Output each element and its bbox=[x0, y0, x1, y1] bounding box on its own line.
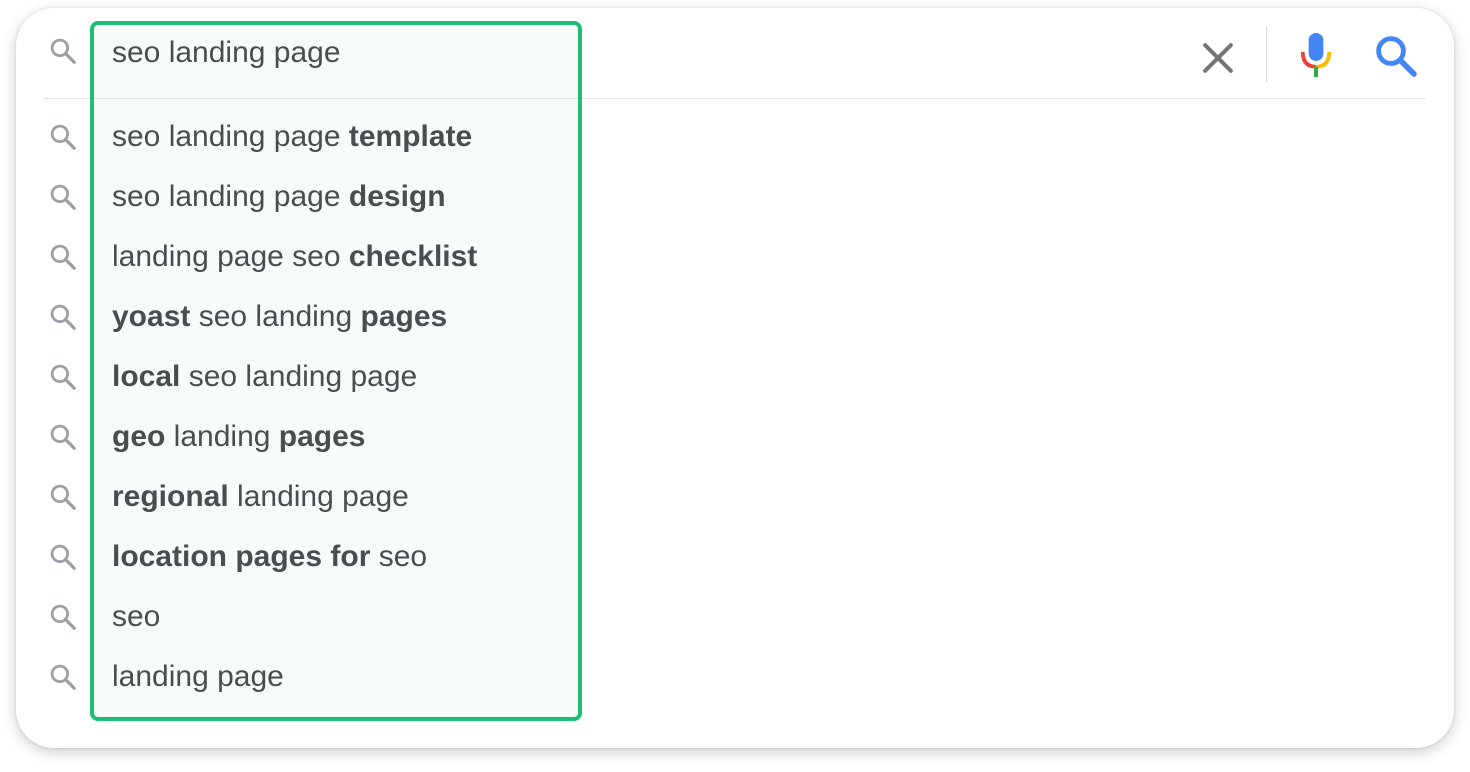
search-input[interactable]: seo landing page bbox=[112, 34, 341, 72]
suggestion-plain-part: seo landing page bbox=[180, 360, 418, 393]
suggestion-bold-part: yoast bbox=[112, 300, 191, 333]
suggestion-plain-part: seo bbox=[370, 540, 428, 573]
suggestion-bold-part: template bbox=[348, 120, 473, 153]
search-icon bbox=[50, 544, 76, 570]
suggestion-bold-part: design bbox=[348, 180, 446, 213]
search-bar: seo landing page bbox=[16, 8, 1454, 98]
search-icon bbox=[50, 424, 76, 450]
suggestion-bold-part: regional bbox=[112, 480, 229, 513]
suggestion-text: location pages for seo bbox=[112, 538, 427, 576]
suggestion-bold-part: checklist bbox=[348, 240, 478, 273]
suggestion-plain-part: seo landing page bbox=[112, 180, 349, 213]
suggestion-item[interactable]: regional landing page bbox=[16, 467, 1454, 527]
suggestion-item[interactable]: seo bbox=[16, 587, 1454, 647]
suggestion-item[interactable]: seo landing page design bbox=[16, 167, 1454, 227]
suggestion-item[interactable]: landing page bbox=[16, 647, 1454, 707]
suggestion-text: geo landing pages bbox=[112, 418, 366, 456]
microphone-icon[interactable] bbox=[1298, 30, 1334, 80]
search-icon bbox=[50, 184, 76, 210]
suggestion-plain-part: landing page bbox=[228, 480, 409, 513]
search-icon bbox=[50, 124, 76, 150]
suggestion-bold-part: pages bbox=[278, 420, 366, 453]
suggestion-text: local seo landing page bbox=[112, 358, 417, 396]
search-icon bbox=[50, 664, 76, 690]
suggestion-item[interactable]: seo landing page template bbox=[16, 107, 1454, 167]
suggestion-bold-part: location pages for bbox=[112, 540, 371, 573]
toolbar-divider bbox=[1266, 26, 1267, 82]
suggestion-item[interactable]: geo landing pages bbox=[16, 407, 1454, 467]
suggestion-item[interactable]: landing page seo checklist bbox=[16, 227, 1454, 287]
suggestion-text: seo landing page template bbox=[112, 118, 472, 156]
search-icon bbox=[50, 604, 76, 630]
search-icon bbox=[50, 304, 76, 330]
suggestion-plain-part: landing page seo bbox=[112, 240, 349, 273]
suggestion-bold-part: pages bbox=[360, 300, 448, 333]
suggestion-bold-part: geo bbox=[112, 420, 166, 453]
search-icon bbox=[50, 38, 76, 64]
search-icon bbox=[50, 244, 76, 270]
close-icon[interactable] bbox=[1196, 36, 1240, 80]
suggestion-plain-part: seo landing page bbox=[112, 120, 349, 153]
search-divider bbox=[44, 98, 1426, 99]
search-box-card: seo landing page seo landing page templa… bbox=[16, 8, 1454, 748]
search-icon bbox=[50, 364, 76, 390]
suggestion-plain-part: landing bbox=[165, 420, 279, 453]
search-icon bbox=[50, 484, 76, 510]
suggestion-text: yoast seo landing pages bbox=[112, 298, 447, 336]
suggestion-item[interactable]: local seo landing page bbox=[16, 347, 1454, 407]
suggestion-text: seo landing page design bbox=[112, 178, 446, 216]
suggestion-text: landing page bbox=[112, 658, 284, 696]
suggestion-item[interactable]: location pages for seo bbox=[16, 527, 1454, 587]
search-icon[interactable] bbox=[1372, 32, 1420, 80]
suggestion-plain-part: landing page bbox=[112, 660, 284, 693]
suggestion-plain-part: seo landing bbox=[190, 300, 361, 333]
suggestion-text: seo bbox=[112, 598, 160, 636]
suggestion-text: regional landing page bbox=[112, 478, 409, 516]
suggestion-item[interactable]: yoast seo landing pages bbox=[16, 287, 1454, 347]
suggestion-plain-part: seo bbox=[112, 600, 161, 633]
suggestion-bold-part: local bbox=[112, 360, 181, 393]
suggestion-text: landing page seo checklist bbox=[112, 238, 477, 276]
